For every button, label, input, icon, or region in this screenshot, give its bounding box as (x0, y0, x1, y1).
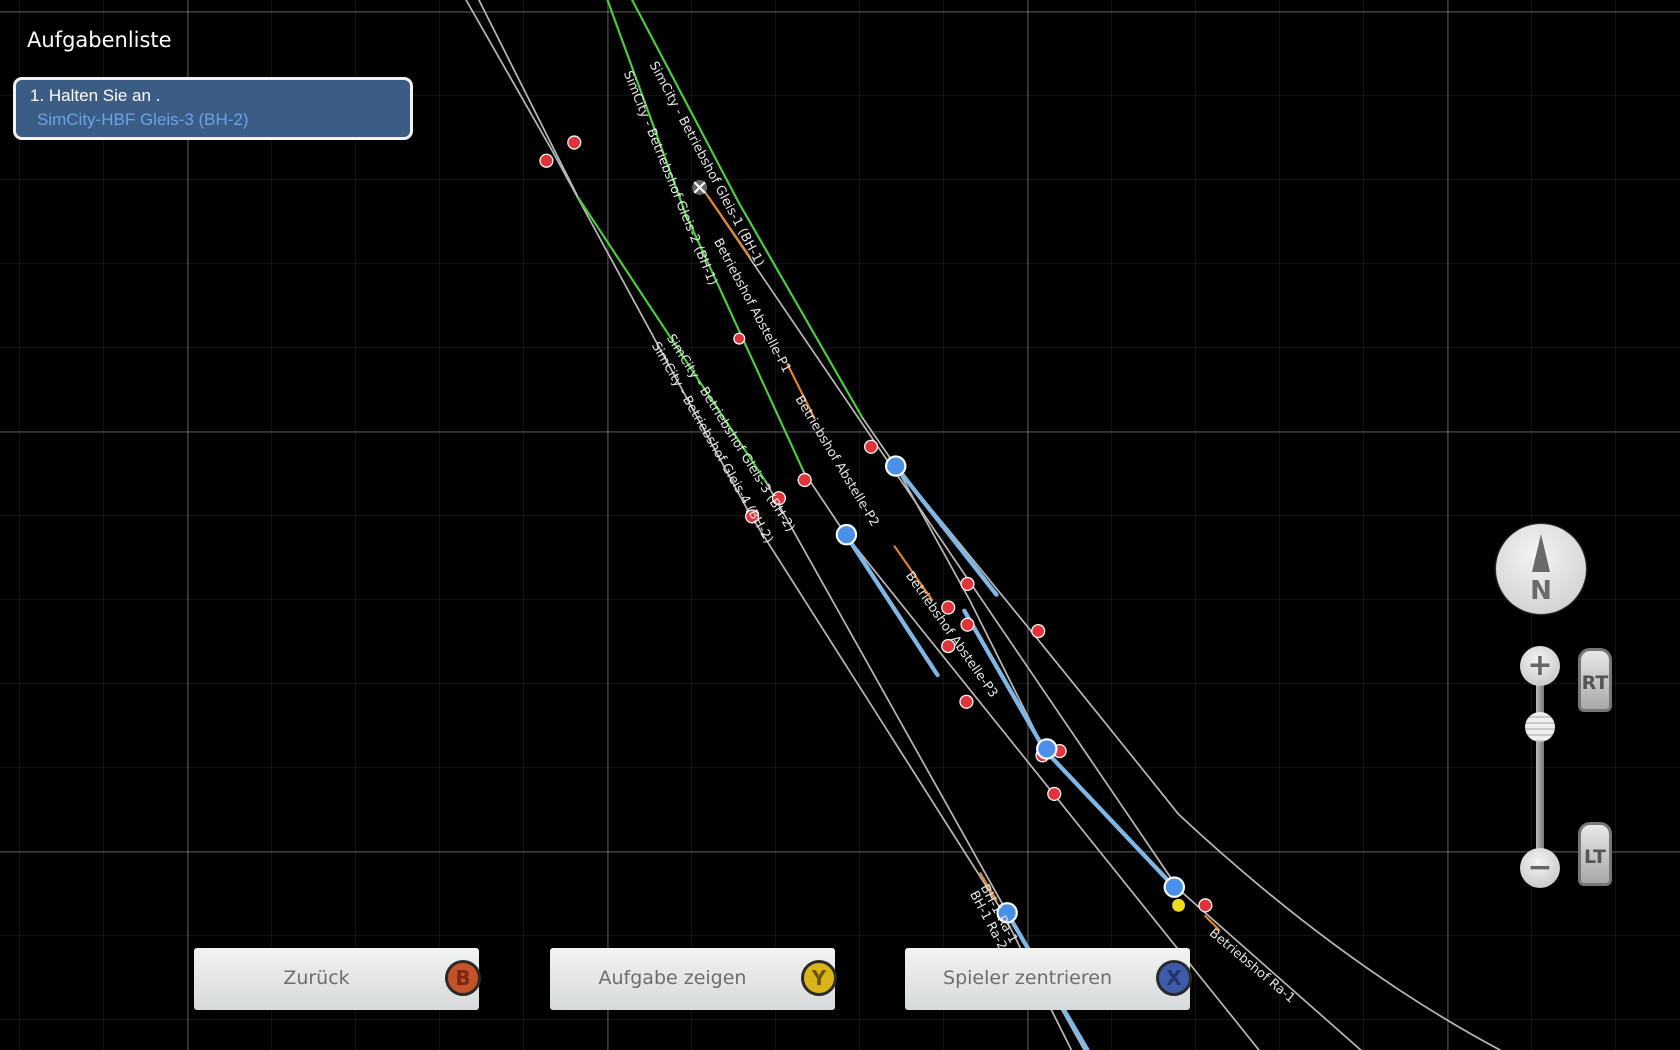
show-task-button[interactable]: Aufgabe zeigen Y (550, 948, 837, 1010)
task-item[interactable]: 1. Halten Sie an . SimCity-HBF Gleis-3 (… (13, 77, 413, 140)
center-player-button[interactable]: Spieler zentrieren X (905, 948, 1192, 1010)
show-task-button-label: Aufgabe zeigen (598, 967, 747, 989)
back-button-label: Zurück (283, 967, 350, 989)
y-button-icon: Y (801, 960, 837, 996)
track-section (706, 193, 1221, 932)
junction-node[interactable] (1036, 738, 1058, 760)
signal-icon[interactable] (959, 694, 974, 709)
destination-marker-icon (692, 180, 708, 195)
track-label: Betriebshof Abstelle-P2 (792, 393, 882, 529)
signal-icon[interactable] (960, 617, 975, 632)
track-line (478, 0, 580, 200)
compass-button[interactable]: N (1496, 524, 1586, 614)
tasklist-title: Aufgabenliste (27, 28, 172, 52)
signal-icon[interactable] (1031, 624, 1046, 639)
zoom-slider-thumb[interactable] (1525, 711, 1555, 742)
lt-trigger-icon: LT (1578, 822, 1612, 886)
stop-sign-icon (733, 332, 746, 345)
junction-node[interactable] (835, 523, 858, 546)
track-label: Betriebshof Ra-1 (1206, 926, 1298, 1006)
task-instruction: 1. Halten Sie an . (30, 86, 161, 105)
track-map-canvas[interactable]: SimCity - Betriebshof Gleis-1 (BH-1) Sim… (0, 0, 1680, 1050)
x-button-icon: X (1156, 960, 1192, 996)
zoom-slider-track[interactable] (1536, 680, 1544, 860)
signal-icon[interactable] (1198, 898, 1213, 913)
zoom-out-button[interactable]: − (1520, 848, 1560, 888)
track-label: Betriebshof Abstelle-P3 (902, 569, 1000, 701)
rt-trigger-icon: RT (1578, 648, 1612, 712)
back-button[interactable]: Zurück B (194, 948, 481, 1010)
signal-icon[interactable] (567, 135, 582, 150)
signal-icon[interactable] (797, 472, 812, 488)
player-position-icon (1172, 898, 1185, 912)
junction-node[interactable] (885, 455, 907, 477)
signal-icon[interactable] (1047, 786, 1062, 801)
task-destination: SimCity-HBF Gleis-3 (BH-2) (37, 110, 249, 129)
zoom-in-button[interactable]: + (1520, 646, 1560, 686)
signal-icon[interactable] (960, 576, 975, 591)
compass-label: N (1530, 576, 1552, 606)
center-player-button-label: Spieler zentrieren (943, 967, 1112, 989)
junction-node[interactable] (1163, 876, 1185, 898)
signal-icon[interactable] (864, 439, 879, 454)
track-map[interactable]: SimCity - Betriebshof Gleis-1 (BH-1) Sim… (0, 0, 1680, 1050)
signal-icon[interactable] (539, 153, 554, 168)
track-abstelle (700, 186, 1362, 1050)
b-button-icon: B (445, 960, 481, 996)
north-arrow-icon (1532, 534, 1550, 572)
